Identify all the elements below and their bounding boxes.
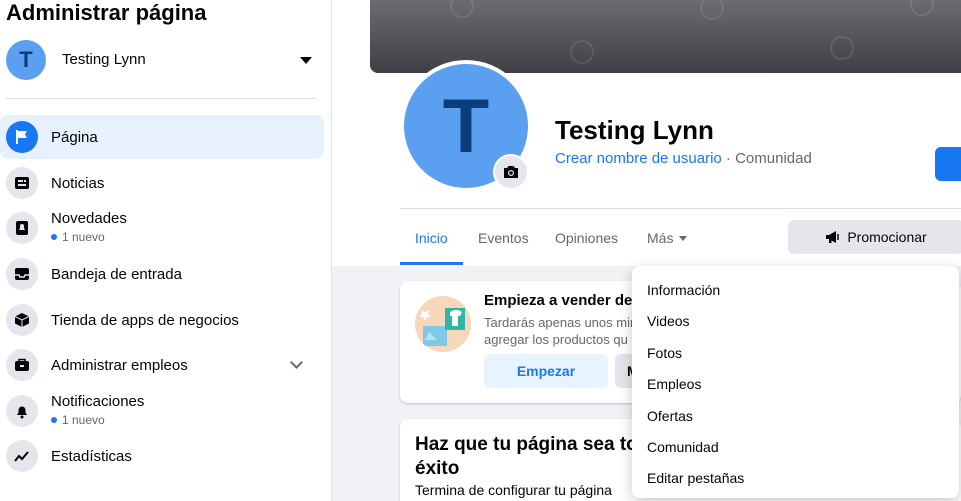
menu-item-videos[interactable]: Videos [647, 313, 690, 329]
sidebar-item-noticias[interactable]: Noticias [0, 161, 324, 205]
flag-icon [6, 121, 38, 153]
inbox-icon [6, 258, 38, 290]
category-label: · Comunidad [721, 150, 812, 167]
page-avatar: T [6, 40, 46, 80]
sidebar-item-label: Administrar empleos [51, 357, 188, 374]
caret-down-icon [679, 236, 688, 241]
main-content: T Testing Lynn Crear nombre de usuario ·… [332, 0, 961, 501]
tab-divider [400, 208, 961, 209]
sidebar-item-label: Novedades [51, 210, 127, 227]
menu-item-informacion[interactable]: Información [647, 282, 720, 298]
sidebar-item-label: Página [51, 129, 98, 146]
menu-item-ofertas[interactable]: Ofertas [647, 408, 693, 424]
camera-icon[interactable] [493, 154, 529, 190]
sidebar-title: Administrar página [6, 0, 207, 25]
sidebar-item-notificaciones[interactable]: Notificaciones 1 nuevo [0, 389, 324, 433]
sidebar: Administrar página T Testing Lynn Página… [0, 0, 332, 501]
new-count-badge: 1 nuevo [51, 230, 105, 244]
profile-subtitle: Crear nombre de usuario · Comunidad [555, 150, 812, 167]
menu-item-fotos[interactable]: Fotos [647, 345, 682, 361]
caret-down-icon[interactable] [300, 57, 312, 64]
profile-header: T Testing Lynn Crear nombre de usuario ·… [332, 0, 961, 266]
start-button[interactable]: Empezar [484, 354, 608, 388]
box-icon [6, 304, 38, 336]
setup-card-title: Haz que tu página sea to éxito [415, 434, 638, 479]
more-dropdown-menu: Información Videos Fotos Empleos Ofertas… [632, 266, 959, 498]
new-count-badge: 1 nuevo [51, 413, 105, 427]
bell-badge-icon [6, 212, 38, 244]
shop-card-title: Empieza a vender des [484, 292, 641, 309]
news-icon [6, 167, 38, 199]
primary-action-button[interactable] [935, 147, 961, 181]
sidebar-divider [6, 98, 316, 99]
sidebar-item-label: Notificaciones [51, 393, 145, 410]
menu-item-editar-pestanas[interactable]: Editar pestañas [647, 470, 744, 486]
active-tab-indicator [400, 262, 463, 265]
tab-inicio[interactable]: Inicio [415, 230, 448, 246]
chevron-down-icon[interactable] [290, 356, 303, 369]
promote-button[interactable]: Promocionar [788, 220, 961, 254]
sidebar-item-label: Bandeja de entrada [51, 266, 182, 283]
sidebar-item-pagina[interactable]: Página [0, 115, 324, 159]
chart-line-icon [6, 440, 38, 472]
tab-opiniones[interactable]: Opiniones [555, 230, 618, 246]
briefcase-icon [6, 349, 38, 381]
megaphone-icon [826, 231, 840, 243]
sidebar-item-novedades[interactable]: Novedades 1 nuevo [0, 206, 324, 250]
create-username-link[interactable]: Crear nombre de usuario [555, 150, 722, 167]
tab-eventos[interactable]: Eventos [478, 230, 529, 246]
setup-card-text: Termina de configurar tu página [415, 482, 612, 498]
menu-item-comunidad[interactable]: Comunidad [647, 439, 719, 455]
bell-icon [6, 395, 38, 427]
menu-item-empleos[interactable]: Empleos [647, 376, 701, 392]
sidebar-item-empleos[interactable]: Administrar empleos [0, 343, 324, 387]
sidebar-item-estadisticas[interactable]: Estadísticas [0, 434, 324, 478]
tab-mas[interactable]: Más [647, 230, 688, 246]
sidebar-item-tienda[interactable]: Tienda de apps de negocios [0, 298, 324, 342]
shop-illustration [415, 296, 471, 352]
shop-card-text: Tardarás apenas unos mir agregar los prod… [484, 315, 635, 347]
sidebar-item-bandeja[interactable]: Bandeja de entrada [0, 252, 324, 296]
page-switcher[interactable]: T Testing Lynn [0, 38, 331, 84]
sidebar-item-label: Noticias [51, 175, 105, 192]
sidebar-item-label: Tienda de apps de negocios [51, 312, 239, 329]
page-title: Testing Lynn [555, 115, 714, 145]
page-switcher-name: Testing Lynn [62, 51, 146, 68]
sidebar-item-label: Estadísticas [51, 448, 132, 465]
